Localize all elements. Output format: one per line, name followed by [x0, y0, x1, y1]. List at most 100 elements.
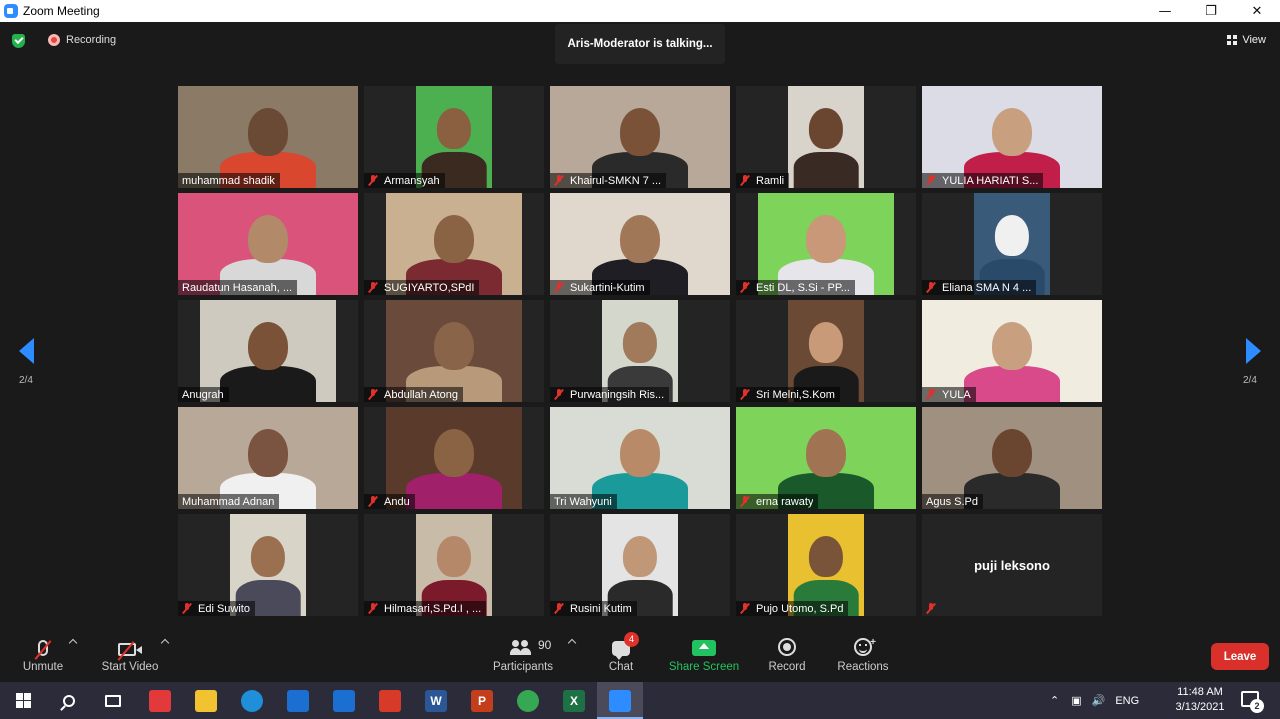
audio-options-caret-icon[interactable] — [68, 638, 78, 648]
participant-name-bar: Rusini Kutim — [550, 601, 637, 616]
close-button[interactable]: ✕ — [1234, 0, 1280, 22]
language-indicator[interactable]: ENG — [1115, 695, 1139, 707]
participant-name: muhammad shadik — [182, 174, 275, 187]
participant-name-bar: YULIA HARIATI S... — [922, 173, 1044, 188]
participant-face — [248, 108, 288, 156]
participant-face — [620, 108, 660, 156]
taskbar-search-button[interactable] — [46, 682, 92, 719]
task-view-button[interactable] — [90, 682, 136, 719]
participant-tile[interactable]: Hilmasari,S.Pd.I , ... — [364, 514, 544, 616]
gift-icon — [149, 689, 171, 712]
minimize-button[interactable]: — — [1142, 0, 1188, 22]
taskbar-app-button[interactable] — [229, 682, 275, 719]
participant-name-bar: Raudatun Hasanah, ... — [178, 280, 298, 295]
muted-mic-icon — [740, 175, 750, 186]
taskbar-app-button[interactable] — [367, 682, 413, 719]
participant-face — [248, 215, 288, 263]
muted-mic-icon — [926, 603, 936, 614]
participant-tile[interactable]: Sukartini-Kutim — [550, 193, 730, 295]
participant-name-bar: YULA — [922, 387, 976, 402]
participant-tile[interactable]: Tri Wahyuni — [550, 407, 730, 509]
taskbar-app-button[interactable] — [505, 682, 551, 719]
participant-tile[interactable]: Rusini Kutim — [550, 514, 730, 616]
participant-tile[interactable]: Eliana SMA N 4 ... — [922, 193, 1102, 295]
chat-button[interactable]: 4 Chat — [604, 628, 639, 682]
participant-tile[interactable]: puji leksono — [922, 514, 1102, 616]
network-icon[interactable]: ▣ — [1071, 694, 1081, 707]
participants-label: Participants — [492, 661, 554, 673]
participant-tile[interactable]: Sri Melni,S.Kom — [736, 300, 916, 402]
share-screen-icon — [692, 640, 716, 656]
participant-name: Sukartini-Kutim — [570, 281, 645, 294]
window-title: Zoom Meeting — [23, 4, 100, 18]
video-options-caret-icon[interactable] — [160, 638, 170, 648]
restore-button[interactable]: ❐ — [1188, 0, 1234, 22]
next-page-arrow-icon[interactable] — [1246, 338, 1261, 364]
chat-unread-badge: 4 — [624, 632, 639, 647]
participant-tile[interactable]: Ramli — [736, 86, 916, 188]
participant-face — [808, 322, 844, 364]
participant-name-bar: Edi Suwito — [178, 601, 255, 616]
participant-tile[interactable]: muhammad shadik — [178, 86, 358, 188]
start-video-button[interactable]: Start Video — [100, 628, 160, 682]
record-button[interactable]: Record — [767, 628, 807, 682]
participant-tile[interactable]: SUGIYARTO,SPdI — [364, 193, 544, 295]
security-shield-icon[interactable] — [12, 34, 25, 48]
participant-tile[interactable]: Agus S.Pd — [922, 407, 1102, 509]
participant-name: Purwaningsih Ris... — [570, 388, 665, 401]
unmute-button[interactable]: Unmute — [20, 628, 66, 682]
window-controls: — ❐ ✕ — [1142, 0, 1280, 22]
share-screen-button[interactable]: Share Screen — [669, 628, 739, 682]
taskbar-clock[interactable]: 11:48 AM 3/13/2021 — [1170, 685, 1230, 715]
participant-name: Khairul-SMKN 7 ... — [570, 174, 662, 187]
participant-torso — [220, 366, 316, 402]
taskbar-app-button[interactable]: P — [459, 682, 505, 719]
participant-name-bar: Esti DL, S.Si - PP... — [736, 280, 855, 295]
participant-tile[interactable]: YULIA HARIATI S... — [922, 86, 1102, 188]
windows-taskbar: W P X ⌃ ▣ 🔊 ENG 11:48 AM 3/13/2021 2 — [0, 682, 1280, 719]
taskbar-app-button[interactable] — [597, 682, 643, 719]
participant-face — [992, 322, 1032, 370]
participant-tile[interactable]: Anugrah — [178, 300, 358, 402]
participant-tile[interactable]: Muhammad Adnan — [178, 407, 358, 509]
participant-name: Anugrah — [182, 388, 224, 401]
participant-tile[interactable]: Khairul-SMKN 7 ... — [550, 86, 730, 188]
participant-name-bar: erna rawaty — [736, 494, 819, 509]
participant-tile[interactable]: erna rawaty — [736, 407, 916, 509]
taskbar-app-button[interactable]: W — [413, 682, 459, 719]
taskbar-app-button[interactable] — [275, 682, 321, 719]
participant-name-bar: Abdullah Atong — [364, 387, 464, 402]
muted-mic-icon — [926, 282, 936, 293]
start-button[interactable] — [0, 682, 46, 719]
volume-icon[interactable]: 🔊 — [1092, 694, 1106, 707]
taskbar-app-button[interactable] — [183, 682, 229, 719]
participant-tile[interactable]: Pujo Utomo, S.Pd — [736, 514, 916, 616]
participant-tile[interactable]: Andu — [364, 407, 544, 509]
taskbar-app-button[interactable] — [321, 682, 367, 719]
participant-tile[interactable]: Edi Suwito — [178, 514, 358, 616]
participant-tile[interactable]: Purwaningsih Ris... — [550, 300, 730, 402]
participant-tile[interactable]: YULA — [922, 300, 1102, 402]
participant-tile[interactable]: Armansyah — [364, 86, 544, 188]
participant-tile[interactable]: Raudatun Hasanah, ... — [178, 193, 358, 295]
active-speaker-indicator: Aris-Moderator is talking... — [555, 24, 725, 64]
participant-face — [992, 429, 1032, 477]
video-off-camera-icon — [118, 643, 142, 656]
taskbar-app-button[interactable] — [137, 682, 183, 719]
participant-tile[interactable]: Esti DL, S.Si - PP... — [736, 193, 916, 295]
view-button[interactable]: View — [1227, 34, 1266, 46]
taskbar-app-button[interactable]: X — [551, 682, 597, 719]
leave-button[interactable]: Leave — [1211, 643, 1269, 670]
recording-indicator[interactable]: Recording — [42, 34, 116, 46]
reactions-button[interactable]: + Reactions — [836, 628, 890, 682]
participant-name: Agus S.Pd — [926, 495, 978, 508]
muted-mic-icon — [554, 389, 564, 400]
show-hidden-icons-chevron-icon[interactable]: ⌃ — [1050, 694, 1059, 707]
participants-options-caret-icon[interactable] — [567, 638, 577, 648]
participant-tile[interactable]: Abdullah Atong — [364, 300, 544, 402]
muted-mic-icon — [554, 282, 564, 293]
participants-button[interactable]: 90 Participants — [492, 628, 554, 682]
previous-page-arrow-icon[interactable] — [19, 338, 34, 364]
muted-microphone-icon — [38, 640, 48, 656]
participant-name-bar: Eliana SMA N 4 ... — [922, 280, 1037, 295]
